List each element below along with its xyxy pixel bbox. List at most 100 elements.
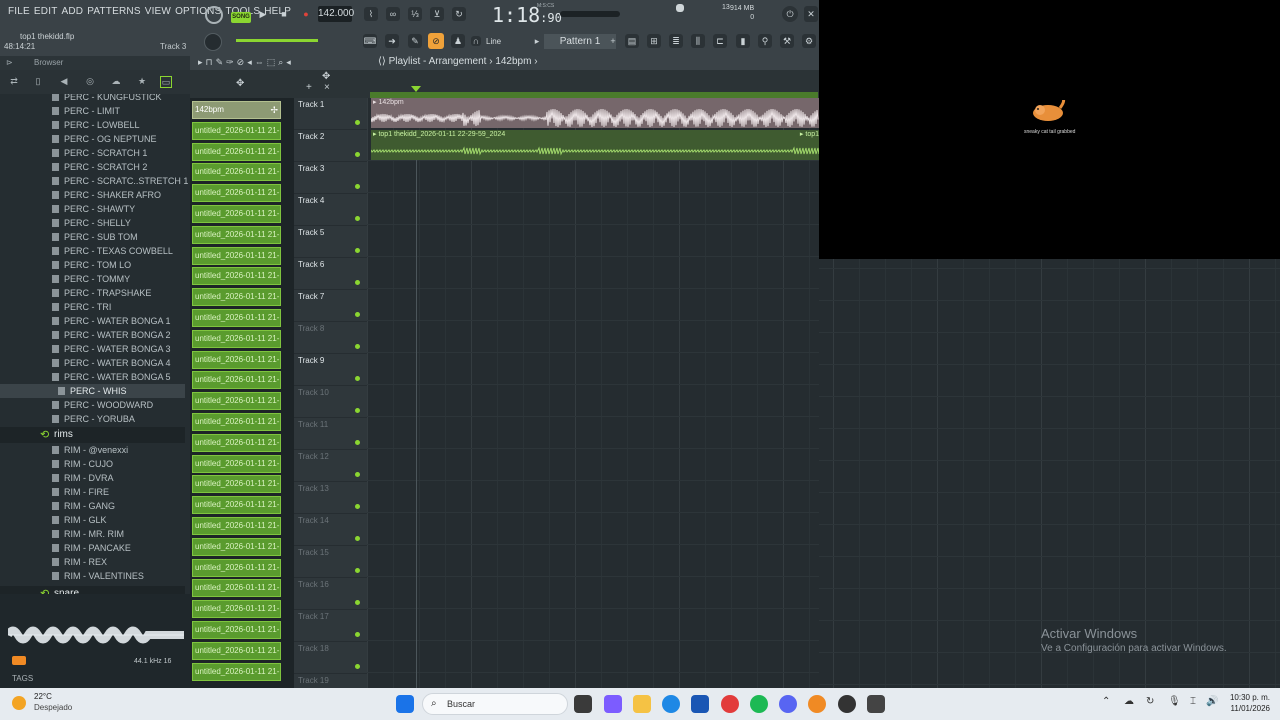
pl-playback-icon[interactable]: ◂ xyxy=(286,57,291,68)
pl-add-icon[interactable]: + xyxy=(306,82,312,93)
browser-folder[interactable]: ⟲ snare xyxy=(0,586,185,594)
obs-icon[interactable] xyxy=(867,695,885,713)
pattern-clip[interactable]: untitled_2026-01-11 21-... xyxy=(192,163,281,182)
pattern-clip[interactable]: untitled_2026-01-11 21-... xyxy=(192,475,281,494)
piano-roll-icon[interactable]: ⊞ xyxy=(647,34,661,48)
track-header[interactable]: Track 14 xyxy=(294,514,367,546)
menu-view[interactable]: VIEW xyxy=(143,6,173,17)
browser-item[interactable]: PERC - SHAWTY xyxy=(0,202,185,216)
browser-toggle-icon[interactable]: ▮ xyxy=(736,34,750,48)
track-mute-led[interactable] xyxy=(355,600,360,605)
plugin-icon[interactable]: ⚲ xyxy=(758,34,772,48)
track-mute-led[interactable] xyxy=(355,504,360,509)
pattern-clip[interactable]: untitled_2026-01-11 21-... xyxy=(192,454,281,473)
track-header[interactable]: Track 8 xyxy=(294,322,367,354)
browser-item[interactable]: PERC - WATER BONGA 2 xyxy=(0,328,185,342)
pattern-clip[interactable]: untitled_2026-01-11 21-... xyxy=(192,641,281,660)
browser-item[interactable]: RIM - MR. RIM xyxy=(0,527,185,541)
browser-item[interactable]: RIM - CUJO xyxy=(0,457,185,471)
track-mute-led[interactable] xyxy=(355,536,360,541)
pattern-clip[interactable]: untitled_2026-01-11 21-... xyxy=(192,579,281,598)
edge-browser-icon[interactable] xyxy=(662,695,680,713)
pl-close-icon[interactable]: × xyxy=(324,82,330,93)
pl-slip-icon[interactable]: ⇔ xyxy=(255,57,264,68)
power-icon[interactable]: ⏻ xyxy=(782,6,798,22)
track-mute-led[interactable] xyxy=(355,376,360,381)
track-mute-led[interactable] xyxy=(355,632,360,637)
track-mute-led[interactable] xyxy=(355,152,360,157)
track-mute-led[interactable] xyxy=(355,408,360,413)
browser-item[interactable]: PERC - WHIS xyxy=(0,384,185,398)
master-pitch-knob[interactable] xyxy=(204,33,222,51)
track-header[interactable]: Track 9 xyxy=(294,354,367,386)
record-audio-icon[interactable]: ⊻ xyxy=(430,7,444,21)
browser-item[interactable]: PERC - SHELLY xyxy=(0,216,185,230)
browser-item[interactable]: PERC - KUNGFUSTICK xyxy=(0,94,185,104)
weather-temp[interactable]: 22°C xyxy=(34,692,52,701)
browser-item[interactable]: PERC - LOWBELL xyxy=(0,118,185,132)
pattern-clip[interactable]: untitled_2026-01-11 21-... xyxy=(192,371,281,390)
browser-item[interactable]: PERC - TOM LO xyxy=(0,258,185,272)
track-mute-led[interactable] xyxy=(355,312,360,317)
track-header[interactable]: Track 3 xyxy=(294,162,367,194)
opera-icon[interactable] xyxy=(721,695,739,713)
browser-item[interactable]: RIM - GLK xyxy=(0,513,185,527)
browser-item[interactable]: PERC - WOODWARD xyxy=(0,398,185,412)
step-icon[interactable]: ⅓ xyxy=(408,7,422,21)
taskbar-search[interactable]: ⌕ Buscar xyxy=(422,693,568,715)
pattern-clip[interactable]: untitled_2026-01-11 21-... xyxy=(192,225,281,244)
loop-icon[interactable]: ∞ xyxy=(386,7,400,21)
pattern-clip[interactable]: untitled_2026-01-11 21-... xyxy=(192,517,281,535)
browser-item[interactable]: PERC - TEXAS COWBELL xyxy=(0,244,185,258)
browser-plugin-icon[interactable]: ◎ xyxy=(84,76,96,88)
arrow-right-icon[interactable]: ➜ xyxy=(385,34,399,48)
browser-item[interactable]: PERC - SCRATCH 1 xyxy=(0,146,185,160)
pattern-clip[interactable]: untitled_2026-01-11 21-... xyxy=(192,392,281,411)
file-explorer-icon[interactable] xyxy=(633,695,651,713)
playlist-pattern-crumb[interactable]: 142bpm xyxy=(495,56,531,67)
track-mute-led[interactable] xyxy=(355,344,360,349)
browser-back-icon[interactable]: ◀ xyxy=(58,76,70,88)
browser-item[interactable]: PERC - WATER BONGA 5 xyxy=(0,370,185,384)
store-icon[interactable] xyxy=(691,695,709,713)
track-header[interactable]: Track 13 xyxy=(294,482,367,514)
tray-volume-icon[interactable]: 🔊 xyxy=(1206,696,1218,707)
browser-folder[interactable]: ⟲ rims xyxy=(0,427,185,443)
menu-file[interactable]: FILE xyxy=(6,6,32,17)
menu-add[interactable]: ADD xyxy=(60,6,86,17)
channel-icon[interactable]: ⊏ xyxy=(713,34,727,48)
fl-studio-icon[interactable] xyxy=(808,695,826,713)
pl-draw-icon[interactable]: ✎ xyxy=(216,57,224,68)
browser-item[interactable]: PERC - WATER BONGA 3 xyxy=(0,342,185,356)
tray-network-icon[interactable]: ⌶ xyxy=(1190,696,1196,707)
browser-item[interactable]: PERC - SCRATCH 2 xyxy=(0,160,185,174)
mixer-icon[interactable]: ⫼ xyxy=(691,34,705,48)
browser-item[interactable]: PERC - TOMMY xyxy=(0,272,185,286)
pattern-clip[interactable]: untitled_2026-01-11 21-... xyxy=(192,600,281,619)
discord-icon[interactable] xyxy=(779,695,797,713)
pattern-clip[interactable]: untitled_2026-01-11 21-... xyxy=(192,246,281,265)
menu-edit[interactable]: EDIT xyxy=(32,6,60,17)
track-mute-led[interactable] xyxy=(355,248,360,253)
track-mute-led[interactable] xyxy=(355,568,360,573)
pl-move-icon[interactable]: ✥ xyxy=(236,78,244,89)
weather-icon[interactable] xyxy=(12,696,26,710)
playlist-grid-extended[interactable] xyxy=(819,259,1280,688)
taskbar-clock[interactable]: 10:30 p. m. 11/01/2026 xyxy=(1230,692,1270,714)
track-header[interactable]: Track 11 xyxy=(294,418,367,450)
track-header[interactable]: Track 12 xyxy=(294,450,367,482)
snap-selector[interactable]: Line xyxy=(486,37,501,46)
track-header[interactable]: Track 16 xyxy=(294,578,367,610)
track-mute-led[interactable] xyxy=(355,664,360,669)
pattern-clip[interactable]: untitled_2026-01-11 21-... xyxy=(192,205,281,223)
stop-button[interactable]: ■ xyxy=(277,7,291,21)
browser-item[interactable]: PERC - TRI xyxy=(0,300,185,314)
pattern-clip[interactable]: untitled_2026-01-11 21-... xyxy=(192,121,281,140)
browser-item[interactable]: RIM - PANCAKE xyxy=(0,541,185,555)
task-view-icon[interactable] xyxy=(574,695,592,713)
track-header[interactable]: Track 6 xyxy=(294,258,367,290)
track-mute-led[interactable] xyxy=(355,472,360,477)
browser-item[interactable]: PERC - SUB TOM xyxy=(0,230,185,244)
browser-star-icon[interactable]: ★ xyxy=(136,76,148,88)
browser-item[interactable]: RIM - FIRE xyxy=(0,485,185,499)
